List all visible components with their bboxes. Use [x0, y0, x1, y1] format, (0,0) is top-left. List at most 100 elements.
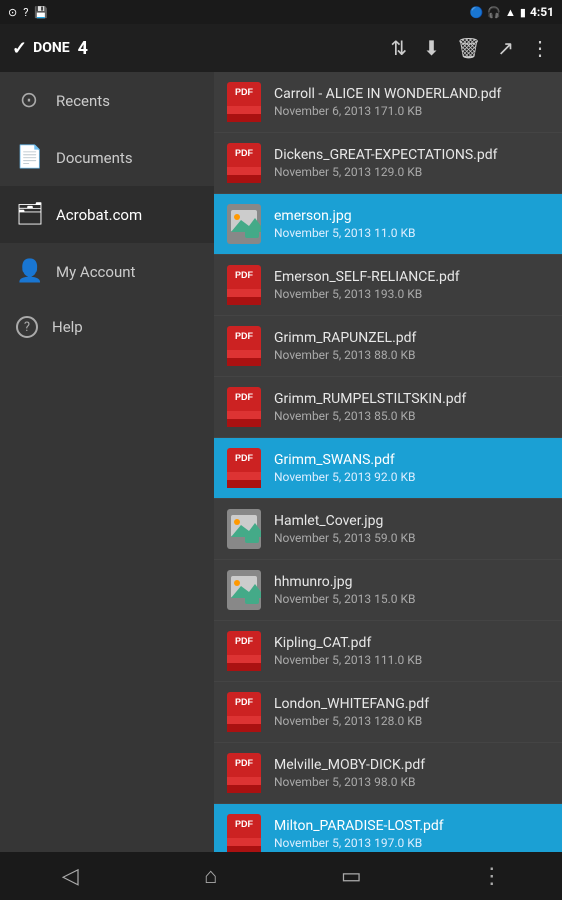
documents-label: Documents	[56, 149, 133, 167]
sidebar-item-recents[interactable]: ⊙ Recents	[0, 72, 214, 129]
home-button[interactable]: ⌂	[181, 863, 241, 889]
menu-button[interactable]: ⋮	[462, 864, 522, 889]
file-item[interactable]: hhmunro.jpgNovember 5, 2013 15.0 KB	[214, 560, 562, 621]
bluetooth-icon: 🔵	[470, 6, 484, 19]
file-name: Melville_MOBY-DICK.pdf	[274, 757, 550, 773]
file-icon: PDF	[226, 448, 262, 488]
action-bar-right: ⇅ ⬇ 🗑 ↗ ⋮	[390, 36, 550, 60]
file-item[interactable]: PDF Melville_MOBY-DICK.pdf November 5, 20…	[214, 743, 562, 804]
sidebar-item-acrobat[interactable]: 🗂 Acrobat.com	[0, 186, 214, 243]
file-info: Dickens_GREAT-EXPECTATIONS.pdf November 5…	[274, 147, 550, 179]
file-meta: November 5, 2013 129.0 KB	[274, 165, 550, 179]
file-meta: November 5, 2013 197.0 KB	[274, 836, 550, 850]
jpg-icon	[227, 509, 261, 549]
svg-text:PDF: PDF	[235, 87, 254, 97]
account-label: My Account	[56, 263, 135, 281]
status-bar: ⊙ ? 💾 🔵 🎧 ▲ ▮ 4:51	[0, 0, 562, 24]
file-meta: November 5, 2013 59.0 KB	[274, 531, 550, 545]
selection-count: 4	[78, 38, 88, 59]
file-item[interactable]: PDF Grimm_RUMPELSTILTSKIN.pdf November 5,…	[214, 377, 562, 438]
svg-text:PDF: PDF	[235, 636, 254, 646]
jpg-icon	[227, 204, 261, 244]
file-name: Carroll - ALICE IN WONDERLAND.pdf	[274, 86, 550, 102]
recents-icon: ⊙	[16, 88, 42, 113]
delete-icon[interactable]: 🗑	[456, 36, 481, 60]
file-item[interactable]: PDF Emerson_SELF-RELIANCE.pdfNovember 5,…	[214, 255, 562, 316]
svg-text:PDF: PDF	[235, 697, 254, 707]
file-name: London_WHITEFANG.pdf	[274, 696, 550, 712]
file-meta: November 5, 2013 111.0 KB	[274, 653, 550, 667]
svg-text:PDF: PDF	[235, 819, 254, 829]
recents-button[interactable]: ▭	[321, 864, 381, 889]
svg-text:PDF: PDF	[235, 392, 254, 402]
done-label: DONE	[33, 40, 70, 56]
file-info: emerson.jpgNovember 5, 2013 11.0 KB	[274, 208, 550, 240]
file-name: Kipling_CAT.pdf	[274, 635, 550, 651]
file-meta: November 5, 2013 15.0 KB	[274, 592, 550, 606]
file-name: Milton_PARADISE-LOST.pdf	[274, 818, 550, 834]
file-item[interactable]: emerson.jpgNovember 5, 2013 11.0 KB	[214, 194, 562, 255]
file-info: Hamlet_Cover.jpgNovember 5, 2013 59.0 KB	[274, 513, 550, 545]
file-item[interactable]: PDF Kipling_CAT.pdf November 5, 2013 111.…	[214, 621, 562, 682]
file-info: Grimm_RAPUNZEL.pdf November 5, 2013 88.0 …	[274, 330, 550, 362]
pdf-icon: PDF	[227, 753, 261, 793]
pdf-icon: PDF	[227, 326, 261, 366]
file-icon: PDF	[226, 753, 262, 793]
file-info: Grimm_RUMPELSTILTSKIN.pdf November 5, 201…	[274, 391, 550, 423]
file-item[interactable]: PDF Milton_PARADISE-LOST.pdf November 5, …	[214, 804, 562, 852]
file-name: Grimm_RAPUNZEL.pdf	[274, 330, 550, 346]
pdf-icon: PDF	[227, 692, 261, 732]
sidebar-item-account[interactable]: 👤 My Account	[0, 243, 214, 300]
more-icon[interactable]: ⋮	[530, 36, 550, 60]
acrobat-icon: 🗂	[16, 202, 42, 227]
pdf-icon: PDF	[227, 82, 261, 122]
file-info: Grimm_SWANS.pdf November 5, 2013 92.0 KB	[274, 452, 550, 484]
help-label: Help	[52, 318, 83, 336]
status-right: 🔵 🎧 ▲ ▮ 4:51	[470, 5, 554, 19]
navigation-bar: ◁ ⌂ ▭ ⋮	[0, 852, 562, 900]
file-list[interactable]: PDF Carroll - ALICE IN WONDERLAND.pdf Nov…	[214, 72, 562, 852]
file-meta: November 5, 2013 98.0 KB	[274, 775, 550, 789]
file-icon	[226, 509, 262, 549]
file-info: Emerson_SELF-RELIANCE.pdfNovember 5, 201…	[274, 269, 550, 301]
file-item[interactable]: PDF London_WHITEFANG.pdf November 5, 2013…	[214, 682, 562, 743]
file-item[interactable]: Hamlet_Cover.jpgNovember 5, 2013 59.0 KB	[214, 499, 562, 560]
status-left: ⊙ ? 💾	[8, 6, 48, 19]
file-item[interactable]: PDF Dickens_GREAT-EXPECTATIONS.pdf Novemb…	[214, 133, 562, 194]
file-icon: PDF	[226, 143, 262, 183]
file-name: Dickens_GREAT-EXPECTATIONS.pdf	[274, 147, 550, 163]
export-icon[interactable]: ↗	[497, 36, 514, 60]
share-icon[interactable]: ⇅	[390, 36, 407, 60]
file-meta: November 5, 2013 85.0 KB	[274, 409, 550, 423]
file-info: Carroll - ALICE IN WONDERLAND.pdf Novembe…	[274, 86, 550, 118]
sidebar-item-help[interactable]: ? Help	[0, 300, 214, 354]
recents-label: Recents	[56, 92, 110, 110]
file-meta: November 5, 2013 92.0 KB	[274, 470, 550, 484]
file-icon: PDF	[226, 265, 262, 305]
file-meta: November 5, 2013 193.0 KB	[274, 287, 550, 301]
file-item[interactable]: PDF Grimm_SWANS.pdf November 5, 2013 92.0…	[214, 438, 562, 499]
file-info: Milton_PARADISE-LOST.pdf November 5, 2013…	[274, 818, 550, 850]
file-icon	[226, 204, 262, 244]
documents-icon: 📄	[16, 145, 42, 170]
file-name: Grimm_SWANS.pdf	[274, 452, 550, 468]
jpg-icon	[227, 570, 261, 610]
file-meta: November 5, 2013 88.0 KB	[274, 348, 550, 362]
sidebar-item-documents[interactable]: 📄 Documents	[0, 129, 214, 186]
file-icon: PDF	[226, 814, 262, 852]
pdf-icon: PDF	[227, 387, 261, 427]
file-icon: PDF	[226, 387, 262, 427]
file-name: Grimm_RUMPELSTILTSKIN.pdf	[274, 391, 550, 407]
file-info: hhmunro.jpgNovember 5, 2013 15.0 KB	[274, 574, 550, 606]
file-meta: November 6, 2013 171.0 KB	[274, 104, 550, 118]
file-meta: November 5, 2013 128.0 KB	[274, 714, 550, 728]
wifi-icon: ▲	[505, 6, 516, 19]
back-button[interactable]: ◁	[40, 864, 100, 889]
file-item[interactable]: PDF Grimm_RAPUNZEL.pdf November 5, 2013 8…	[214, 316, 562, 377]
done-button[interactable]: ✓ DONE	[12, 38, 70, 59]
file-icon: PDF	[226, 326, 262, 366]
file-item[interactable]: PDF Carroll - ALICE IN WONDERLAND.pdf Nov…	[214, 72, 562, 133]
question-icon: ?	[23, 6, 28, 19]
download-icon[interactable]: ⬇	[423, 36, 440, 60]
account-icon: 👤	[16, 259, 42, 284]
